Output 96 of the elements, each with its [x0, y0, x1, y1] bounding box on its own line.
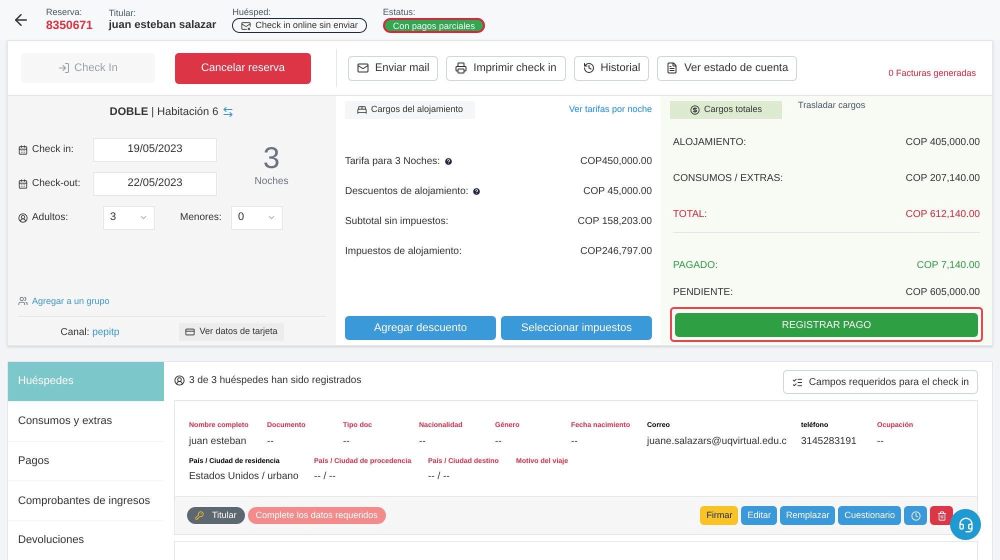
field-value: -- / --	[428, 470, 451, 484]
holder-badge: Titular	[187, 507, 245, 524]
summary-value: COP 7,140.00	[916, 259, 980, 273]
toolbar-button[interactable]: Ver estado de cuenta	[657, 56, 798, 80]
chevron-down-icon	[267, 213, 276, 222]
login-icon	[58, 62, 70, 74]
charge-label: Descuentos de alojamiento:	[345, 185, 468, 199]
swap-icon[interactable]	[222, 106, 234, 118]
date-field[interactable]: 19/05/2023	[93, 138, 217, 162]
date-label: Check in:	[18, 142, 93, 157]
summary-value: COP 605,000.00	[906, 286, 980, 300]
charge-value: COP 45,000.00	[583, 185, 652, 199]
mail-off-icon	[241, 20, 252, 31]
sidebar-item[interactable]: Pagos	[8, 442, 164, 480]
guest-count-text: 3 de 3 huéspedes han sido registrados	[189, 374, 362, 388]
card-icon	[185, 327, 196, 337]
holder-label: Titular:	[108, 8, 137, 19]
summary-tab[interactable]: Trasladar cargos	[798, 97, 866, 115]
checkin-status-badge: Check in online sin enviar	[232, 18, 367, 34]
invoices-count: 0 Facturas generadas	[888, 67, 976, 80]
summary-label: PAGADO:	[673, 259, 718, 273]
date-label: Check-out:	[18, 176, 93, 191]
dollar-icon	[690, 105, 700, 115]
users-icon	[18, 296, 28, 306]
charge-value: COP450,000.00	[580, 155, 652, 169]
charge-label: Impuestos de alojamiento:	[345, 245, 462, 259]
field-value: Estados Unidos / urbano	[189, 470, 300, 484]
summary-label: ALOJAMIENTO:	[673, 136, 746, 150]
holder-name: juan esteban salazar	[108, 18, 216, 32]
sidebar-item[interactable]: Devoluciones	[8, 521, 164, 560]
adults-label: Adultos:	[18, 210, 103, 225]
clock-button[interactable]	[904, 506, 927, 525]
history-icon	[582, 62, 595, 74]
calendar-icon	[18, 144, 28, 154]
field-value: --	[571, 434, 579, 448]
cancel-reservation-button[interactable]: Cancelar reserva	[175, 52, 311, 84]
summary-value: COP 405,000.00	[906, 136, 980, 150]
statement-icon	[666, 62, 678, 74]
warning-badge: Complete los datos requeridos	[248, 507, 386, 524]
summary-label: CONSUMOS / EXTRAS:	[673, 172, 784, 186]
toolbar-button[interactable]: Historial	[574, 56, 650, 80]
sidebar-item[interactable]: Comprobantes de ingresos	[8, 481, 164, 520]
channel-text: Canal: pepitp	[60, 326, 120, 340]
headset-icon	[958, 516, 974, 532]
card-action-button[interactable]: Firmar	[700, 506, 738, 525]
summary-tab[interactable]: Cargos totales	[670, 101, 782, 119]
field-value: --	[419, 434, 427, 448]
calendar-icon	[18, 178, 28, 188]
sidebar-item[interactable]: Consumos y extras	[8, 402, 164, 441]
field-value: 3145283191	[801, 434, 858, 448]
summary-label: TOTAL:	[673, 208, 708, 222]
trash-icon	[936, 510, 946, 520]
back-icon[interactable]	[12, 11, 30, 29]
clock-icon	[910, 510, 920, 520]
field-value: --	[877, 434, 885, 448]
nights-label: Noches	[254, 175, 288, 189]
reservation-number: 8350671	[46, 18, 93, 34]
required-fields-button[interactable]: Campos requeridos para el check in	[782, 370, 978, 394]
field-value: juane.salazars@uqvirtual.edu.c	[647, 434, 788, 448]
reservation-label: Reserva:	[46, 6, 84, 18]
help-icon[interactable]	[444, 157, 454, 166]
field-value: -- / --	[314, 470, 337, 484]
person-icon	[174, 375, 185, 386]
charge-label: Subtotal sin impuestos:	[345, 215, 448, 229]
minors-select[interactable]: 0	[231, 206, 283, 230]
bed-icon	[357, 105, 367, 115]
charges-tab[interactable]: Cargos del alojamiento	[345, 101, 476, 119]
toolbar-button[interactable]: Enviar mail	[348, 56, 438, 80]
card-details-button[interactable]: Ver datos de tarjeta	[179, 323, 284, 341]
date-field[interactable]: 22/05/2023	[93, 172, 217, 196]
toolbar-button[interactable]: Imprimir check in	[446, 56, 566, 80]
guest-label: Huésped:	[232, 6, 272, 18]
field-value: --	[267, 434, 275, 448]
mail-icon	[357, 62, 369, 74]
delete-button[interactable]	[930, 506, 953, 525]
field-value: --	[495, 434, 503, 448]
charge-value: COP 158,203.00	[578, 215, 652, 229]
charge-label: Tarifa para 3 Noches:	[345, 155, 440, 169]
field-value: --	[343, 434, 351, 448]
summary-value: COP 207,140.00	[906, 172, 980, 186]
charge-value: COP246,797.00	[580, 245, 652, 259]
nights-count: 3	[263, 144, 280, 174]
summary-value: COP 612,140.00	[906, 208, 980, 222]
person-icon	[18, 212, 28, 222]
minors-label: Menores:	[180, 211, 223, 225]
checklist-icon	[792, 376, 803, 388]
adults-select[interactable]: 3	[103, 206, 155, 230]
summary-label: PENDIENTE:	[673, 286, 734, 300]
help-icon[interactable]	[472, 187, 482, 196]
status-label: Estatus:	[382, 6, 416, 18]
key-icon	[195, 511, 204, 520]
status-badge: Con pagos parciales	[382, 18, 485, 34]
room-title: DOBLE | Habitación 6	[110, 105, 218, 120]
field-value: juan esteban	[189, 434, 248, 448]
chevron-down-icon	[139, 213, 148, 222]
print-icon	[455, 62, 468, 74]
